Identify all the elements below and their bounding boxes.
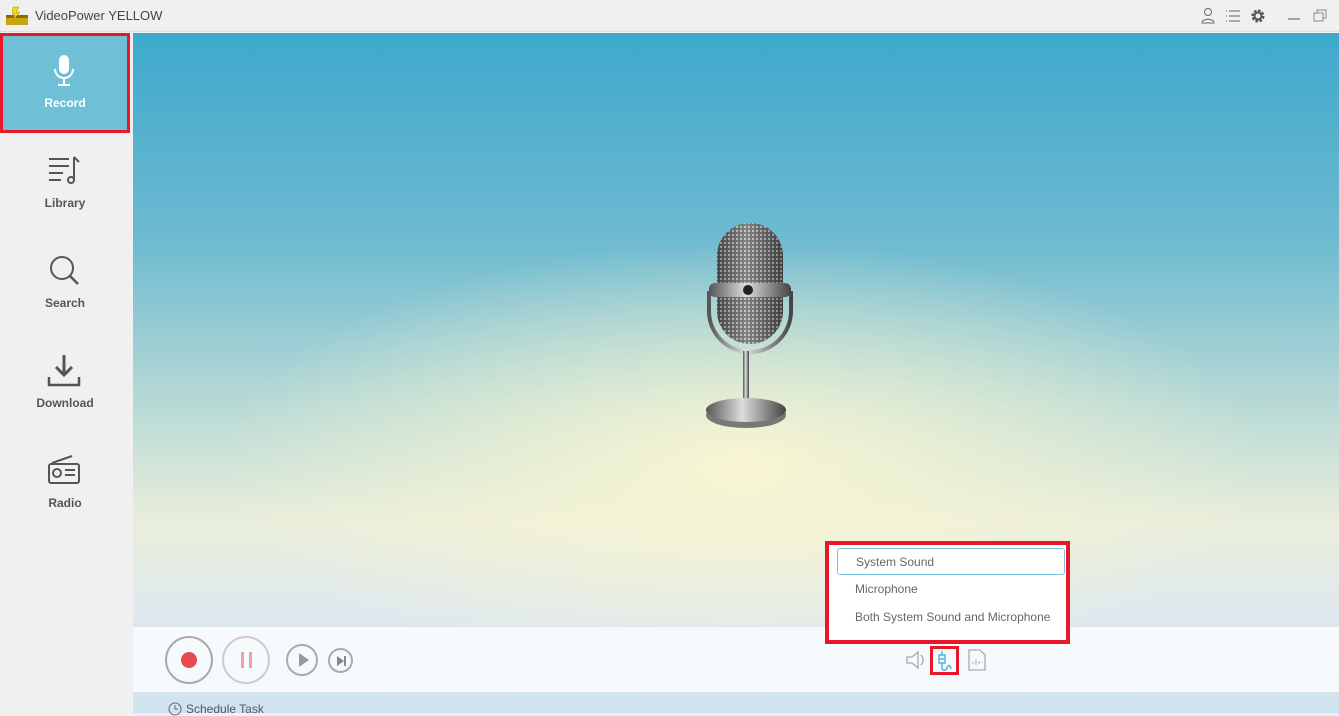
sidebar-item-record[interactable]: Record — [0, 33, 130, 133]
user-icon[interactable] — [1199, 7, 1217, 25]
list-icon[interactable] — [1224, 7, 1242, 25]
sidebar-item-radio[interactable]: Radio — [0, 433, 130, 533]
sidebar-item-download[interactable]: Download — [0, 333, 130, 433]
download-icon — [47, 355, 81, 387]
sidebar-item-label: Radio — [48, 496, 82, 510]
sidebar-item-label: Search — [44, 296, 86, 310]
app-logo-icon — [6, 6, 28, 25]
microphone-icon — [54, 55, 74, 86]
app-title: VideoPower YELLOW — [35, 8, 163, 23]
audio-source-menu: System Sound Microphone Both System Soun… — [825, 541, 1070, 644]
speaker-icon[interactable] — [905, 648, 927, 672]
restore-icon[interactable] — [1311, 7, 1329, 25]
schedule-task-label: Schedule Task — [186, 702, 264, 716]
schedule-task-link[interactable]: Schedule Task — [168, 702, 264, 716]
sidebar-item-search[interactable]: Search — [0, 233, 130, 333]
sidebar: Record Library Search Download Radio — [0, 33, 133, 713]
audio-jack-icon — [938, 651, 952, 671]
play-button[interactable] — [286, 644, 318, 676]
microphone-illustration — [706, 223, 793, 428]
record-button[interactable] — [165, 636, 213, 684]
record-panel — [133, 33, 1339, 713]
title-bar: VideoPower YELLOW — [0, 0, 1339, 32]
music-list-icon — [49, 156, 80, 184]
radio-icon — [48, 455, 80, 484]
record-dot-icon — [181, 652, 197, 668]
minimize-icon[interactable] — [1285, 7, 1303, 25]
menu-item-microphone[interactable]: Microphone — [837, 576, 1065, 603]
pause-button[interactable] — [222, 636, 270, 684]
pause-icon — [241, 652, 252, 668]
skip-next-button[interactable] — [328, 648, 353, 673]
sidebar-item-label: Download — [36, 396, 94, 410]
audio-input-button[interactable] — [930, 646, 959, 675]
menu-item-system-sound[interactable]: System Sound — [837, 548, 1065, 575]
play-icon — [299, 653, 309, 667]
sidebar-item-library[interactable]: Library — [0, 133, 130, 233]
menu-item-both[interactable]: Both System Sound and Microphone — [837, 604, 1065, 631]
search-icon — [50, 256, 79, 285]
sidebar-item-label: Record — [44, 96, 86, 110]
skip-next-icon — [337, 656, 344, 666]
audio-file-icon[interactable] — [966, 648, 988, 672]
clock-icon — [168, 702, 182, 716]
sidebar-item-label: Library — [44, 196, 86, 210]
gear-icon[interactable] — [1249, 7, 1267, 25]
